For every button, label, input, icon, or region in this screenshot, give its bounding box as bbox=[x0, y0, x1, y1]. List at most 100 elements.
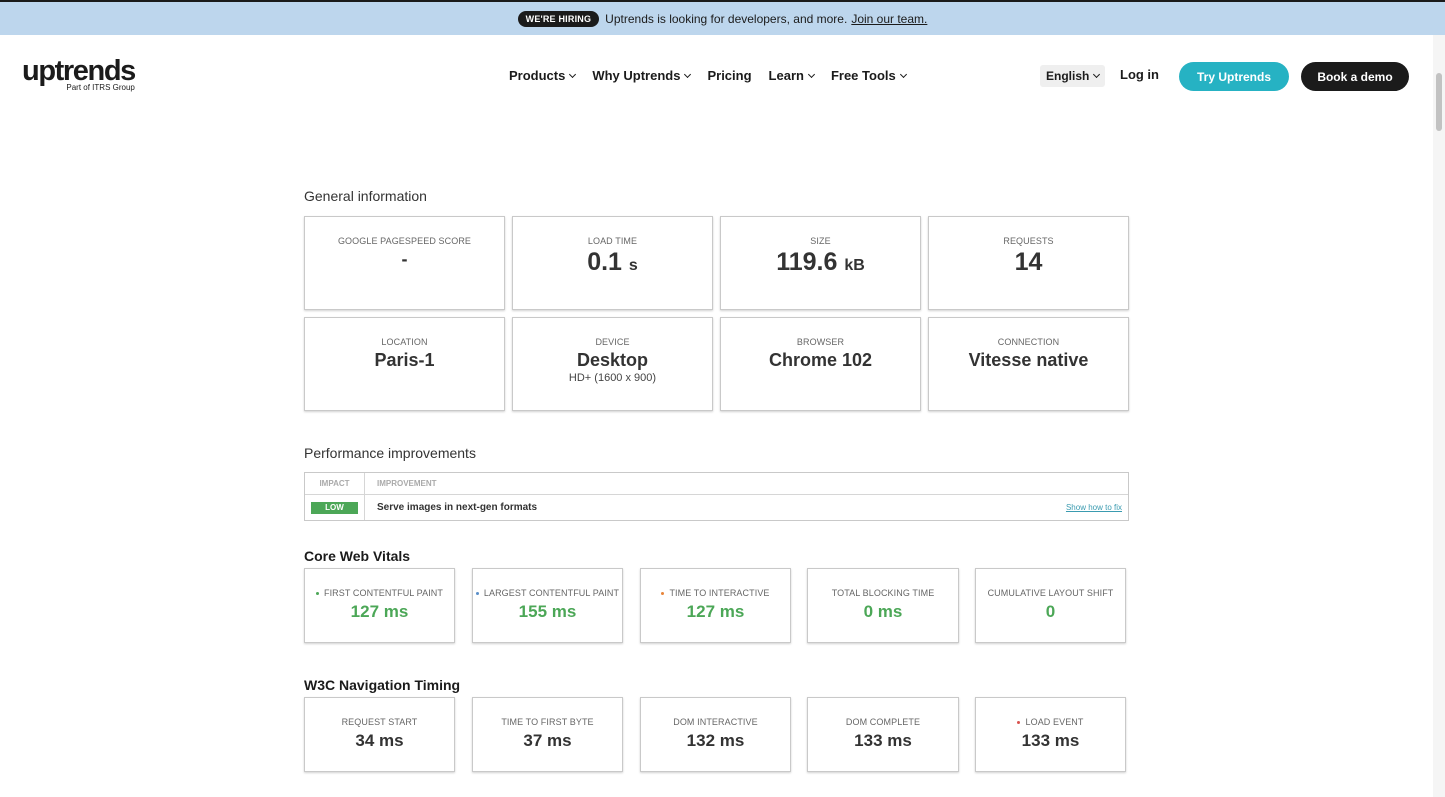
nav-learn-label: Learn bbox=[768, 68, 804, 83]
table-header: IMPACT IMPROVEMENT bbox=[305, 473, 1128, 495]
card-value: 0 ms bbox=[863, 602, 903, 621]
show-how-to-fix-link[interactable]: Show how to fix bbox=[1066, 503, 1122, 512]
card-label: DOM INTERACTIVE bbox=[673, 717, 758, 727]
status-dot-icon bbox=[1017, 720, 1021, 724]
tbt-card: TOTAL BLOCKING TIME 0 ms bbox=[807, 568, 959, 643]
dom-complete-card: DOM COMPLETE 133 ms bbox=[807, 697, 959, 772]
chevron-down-icon bbox=[569, 70, 577, 78]
dom-interactive-card: DOM INTERACTIVE 132 ms bbox=[640, 697, 791, 772]
page-scrollbar[interactable] bbox=[1433, 35, 1445, 797]
card-value: 127 ms bbox=[686, 602, 745, 621]
site-header: uptrends Part of ITRS Group Products Why… bbox=[0, 35, 1433, 117]
card-value: Desktop bbox=[576, 350, 648, 370]
chevron-down-icon bbox=[684, 70, 692, 78]
card-label: TOTAL BLOCKING TIME bbox=[831, 588, 935, 598]
impact-badge: LOW bbox=[311, 501, 358, 514]
performance-title: Performance improvements bbox=[304, 445, 476, 461]
card-label: REQUESTS bbox=[1003, 236, 1054, 246]
nav-free-tools[interactable]: Free Tools bbox=[830, 68, 907, 83]
card-value: 155 ms bbox=[518, 602, 577, 621]
nav-free-tools-label: Free Tools bbox=[830, 68, 896, 83]
pagespeed-card: GOOGLE PAGESPEED SCORE - bbox=[304, 216, 505, 310]
card-label: DOM COMPLETE bbox=[845, 717, 921, 727]
device-card: DEVICE Desktop HD+ (1600 x 900) bbox=[512, 317, 713, 411]
nav-pricing[interactable]: Pricing bbox=[707, 68, 751, 83]
language-label: English bbox=[1046, 69, 1090, 83]
card-value: 132 ms bbox=[686, 731, 745, 750]
card-value: 0.1 s bbox=[513, 248, 712, 277]
status-dot-icon bbox=[315, 591, 319, 595]
card-label: LOCATION bbox=[381, 337, 428, 347]
language-selector[interactable]: English bbox=[1040, 65, 1106, 87]
login-link[interactable]: Log in bbox=[1120, 67, 1159, 82]
lcp-card: LARGEST CONTENTFUL PAINT 155 ms bbox=[472, 568, 623, 643]
impact-column-header: IMPACT bbox=[305, 473, 365, 494]
card-value: 127 ms bbox=[350, 602, 409, 621]
card-value: 0 bbox=[1045, 602, 1056, 621]
card-label: CONNECTION bbox=[997, 337, 1060, 347]
card-value: 119.6 kB bbox=[721, 248, 920, 277]
value-number: 119.6 bbox=[776, 248, 838, 276]
requests-card: REQUESTS 14 bbox=[928, 216, 1129, 310]
uptrends-logo[interactable]: uptrends Part of ITRS Group bbox=[22, 55, 136, 93]
card-value: 37 ms bbox=[523, 731, 572, 750]
connection-card: CONNECTION Vitesse native bbox=[928, 317, 1129, 411]
chevron-down-icon bbox=[1093, 70, 1101, 79]
core-web-vitals-title: Core Web Vitals bbox=[304, 548, 411, 564]
load-event-card: LOAD EVENT 133 ms bbox=[975, 697, 1126, 772]
card-value: Chrome 102 bbox=[768, 350, 873, 370]
status-dot-icon bbox=[661, 591, 665, 595]
tti-card: TIME TO INTERACTIVE 127 ms bbox=[640, 568, 791, 643]
book-demo-button[interactable]: Book a demo bbox=[1301, 62, 1409, 91]
card-value: 14 bbox=[1014, 248, 1043, 276]
card-value: 133 ms bbox=[854, 731, 912, 750]
logo-wordmark: uptrends bbox=[22, 55, 136, 87]
card-label: LOAD EVENT bbox=[976, 717, 1125, 727]
request-start-card: REQUEST START 34 ms bbox=[304, 697, 455, 772]
nav-why-uptrends-label: Why Uptrends bbox=[592, 68, 681, 83]
ttfb-card: TIME TO FIRST BYTE 37 ms bbox=[472, 697, 623, 772]
fcp-card: FIRST CONTENTFUL PAINT 127 ms bbox=[304, 568, 455, 643]
scrollbar-thumb[interactable] bbox=[1436, 73, 1442, 131]
table-row: LOW Serve images in next-gen formats bbox=[305, 495, 1128, 520]
nav-why-uptrends[interactable]: Why Uptrends bbox=[592, 68, 692, 83]
card-value: 133 ms bbox=[1021, 731, 1080, 750]
card-value: 34 ms bbox=[355, 731, 404, 750]
value-unit: s bbox=[628, 257, 638, 274]
general-info-title: General information bbox=[304, 188, 427, 204]
impact-cell: LOW bbox=[305, 495, 365, 520]
improvement-text: Serve images in next-gen formats bbox=[377, 502, 538, 513]
card-label: LARGEST CONTENTFUL PAINT bbox=[473, 588, 622, 598]
card-value: Paris-1 bbox=[374, 350, 435, 370]
card-subvalue: HD+ (1600 x 900) bbox=[568, 372, 657, 384]
nav-learn[interactable]: Learn bbox=[768, 68, 815, 83]
try-uptrends-button[interactable]: Try Uptrends bbox=[1179, 62, 1289, 91]
card-label: GOOGLE PAGESPEED SCORE bbox=[337, 236, 472, 246]
chevron-down-icon bbox=[807, 70, 815, 78]
performance-table: IMPACT IMPROVEMENT LOW Serve images in n… bbox=[304, 472, 1129, 521]
join-team-link[interactable]: Join our team. bbox=[851, 12, 927, 26]
value-number: 0.1 bbox=[587, 248, 622, 276]
hiring-badge: WE'RE HIRING bbox=[517, 10, 600, 27]
location-card: LOCATION Paris-1 bbox=[304, 317, 505, 411]
nav-products[interactable]: Products bbox=[509, 68, 577, 83]
card-label: BROWSER bbox=[796, 337, 845, 347]
card-label: CUMULATIVE LAYOUT SHIFT bbox=[987, 588, 1114, 598]
card-label: SIZE bbox=[810, 236, 831, 246]
card-label: TIME TO FIRST BYTE bbox=[501, 717, 594, 727]
main-nav: Products Why Uptrends Pricing Learn Free… bbox=[509, 68, 907, 83]
label-text: LOAD EVENT bbox=[1025, 717, 1084, 727]
label-text: FIRST CONTENTFUL PAINT bbox=[323, 588, 444, 598]
value-unit: kB bbox=[844, 257, 865, 274]
chevron-down-icon bbox=[899, 70, 907, 78]
card-label: DEVICE bbox=[595, 337, 630, 347]
card-label: FIRST CONTENTFUL PAINT bbox=[305, 588, 454, 598]
browser-card: BROWSER Chrome 102 bbox=[720, 317, 921, 411]
hiring-text: Uptrends is looking for developers, and … bbox=[605, 11, 848, 26]
cls-card: CUMULATIVE LAYOUT SHIFT 0 bbox=[975, 568, 1126, 643]
status-dot-icon bbox=[475, 591, 479, 595]
card-label: LOAD TIME bbox=[587, 236, 638, 246]
card-value: Vitesse native bbox=[968, 350, 1089, 370]
card-label: REQUEST START bbox=[341, 717, 418, 727]
load-time-card: LOAD TIME 0.1 s bbox=[512, 216, 713, 310]
